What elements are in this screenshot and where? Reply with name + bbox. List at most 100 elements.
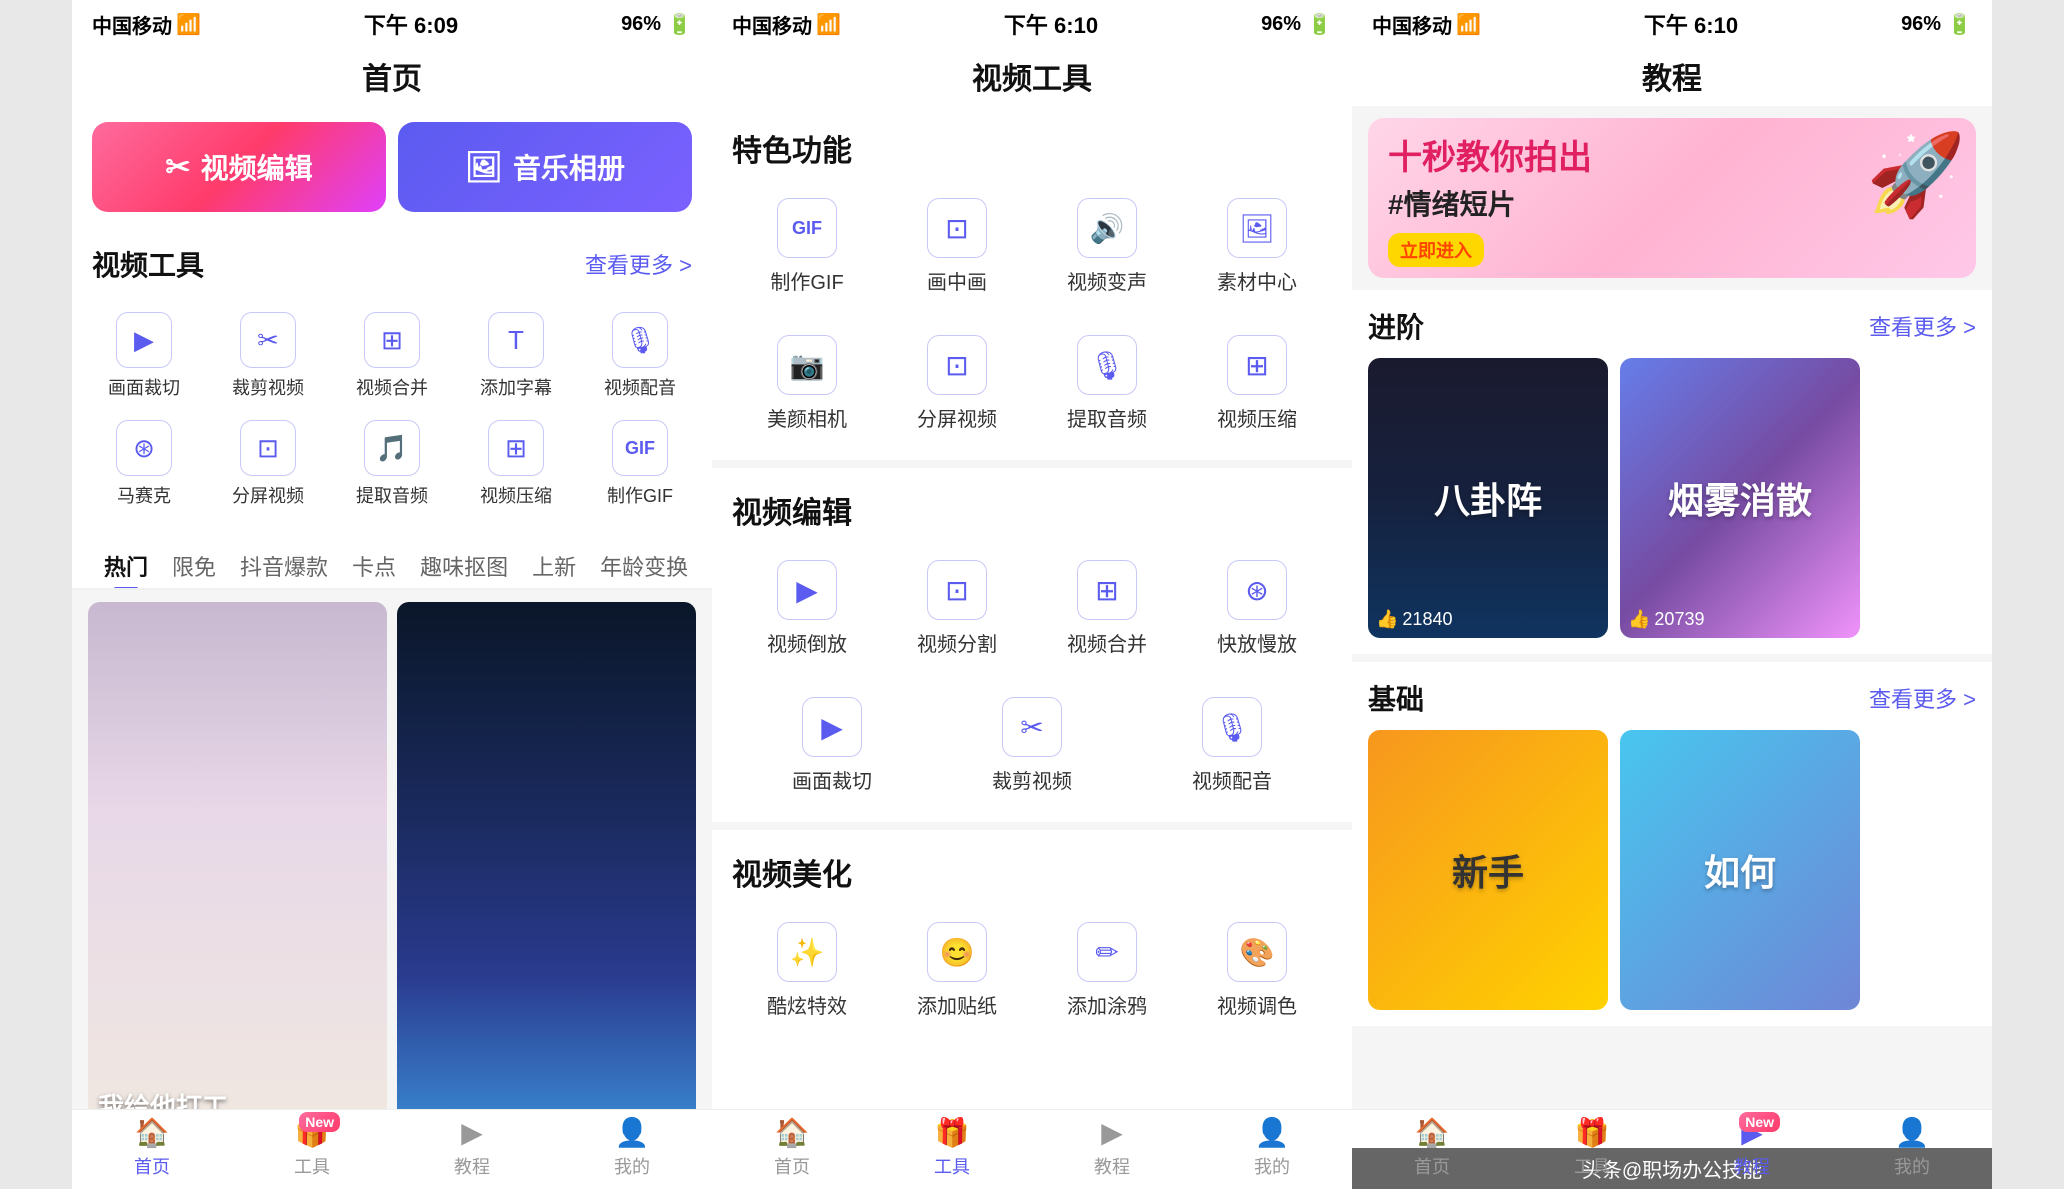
tool-crop2[interactable]: ▶ 画面裁切 [732, 685, 932, 806]
tool-item-gif[interactable]: GIF 制作GIF [578, 410, 702, 518]
beautycam-label: 美颜相机 [767, 403, 847, 432]
edit-grid-2: ▶ 画面裁切 ✂ 裁剪视频 🎙 视频配音 [732, 685, 1332, 806]
battery-icon-1: 🔋 [667, 12, 692, 37]
nav-home-1[interactable]: 🏠 首页 [72, 1116, 232, 1179]
tool-extractaudio[interactable]: 🎙 提取音频 [1032, 323, 1182, 444]
like-icon-smoke: 👍 [1628, 609, 1650, 630]
nav-profile-1[interactable]: 👤 我的 [552, 1116, 712, 1179]
hero-buttons: ✂ 视频编辑 🖼 音乐相册 [72, 106, 712, 228]
advanced-more[interactable]: 查看更多 > [1869, 310, 1976, 342]
tool-cut2[interactable]: ✂ 裁剪视频 [932, 685, 1132, 806]
gif-label: 制作GIF [607, 482, 673, 508]
template-card-1[interactable]: 我给他打工 [88, 602, 387, 1109]
tab-age[interactable]: 年龄变换 [588, 544, 700, 588]
tool-dub2[interactable]: 🎙 视频配音 [1132, 685, 1332, 806]
status-left-1: 中国移动 📶 [92, 10, 201, 39]
template-card-2[interactable] [397, 602, 696, 1109]
tool-pip[interactable]: ⊡ 画中画 [882, 186, 1032, 307]
nav-tutorials-2[interactable]: ▶ 教程 [1032, 1116, 1192, 1179]
tool-item-splitscreen[interactable]: ⊡ 分屏视频 [206, 410, 330, 518]
nav-profile-label-2: 我的 [1254, 1153, 1290, 1179]
tool-merge2[interactable]: ⊞ 视频合并 [1032, 548, 1182, 669]
nav-home-3[interactable]: 🏠 首页 [1352, 1116, 1512, 1179]
tab-free[interactable]: 限免 [160, 544, 228, 588]
template-text-1: 我给他打工 [98, 1087, 377, 1109]
tool-color[interactable]: 🎨 视频调色 [1182, 910, 1332, 1031]
tools-more-link[interactable]: 查看更多 > [585, 248, 692, 280]
wifi-icon-2: 📶 [816, 12, 841, 37]
tool-item-compress[interactable]: ⊞ 视频压缩 [454, 410, 578, 518]
tool-materials[interactable]: 🖼 素材中心 [1182, 186, 1332, 307]
tutorials-icon-2: ▶ [1101, 1116, 1123, 1149]
status-right-1: 96% 🔋 [621, 12, 692, 37]
tool-beautycam[interactable]: 📷 美颜相机 [732, 323, 882, 444]
voicechange-icon: 🔊 [1077, 198, 1137, 258]
tool-item-cut[interactable]: ✂ 裁剪视频 [206, 302, 330, 410]
color-label: 视频调色 [1217, 990, 1297, 1019]
nav-tutorials-label-3: 教程 [1734, 1153, 1770, 1179]
tool-splitscreen2[interactable]: ⊡ 分屏视频 [882, 323, 1032, 444]
tool-stickers[interactable]: 😊 添加贴纸 [882, 910, 1032, 1031]
merge2-icon: ⊞ [1077, 560, 1137, 620]
tool-speed[interactable]: ⊛ 快放慢放 [1182, 548, 1332, 669]
nav-tools-1[interactable]: New 🎁 工具 [232, 1116, 392, 1179]
nav-profile-2[interactable]: 👤 我的 [1192, 1116, 1352, 1179]
stickers-icon: 😊 [927, 922, 987, 982]
basics-more[interactable]: 查看更多 > [1869, 682, 1976, 714]
tutorial-banner[interactable]: 十秒教你拍出 #情绪短片 立即进入 🚀 [1368, 118, 1976, 278]
basics-cards: 新手 如何 [1368, 730, 1976, 1010]
tutorial-card-bagua[interactable]: 八卦阵 👍 21840 [1368, 358, 1608, 638]
tool-split[interactable]: ⊡ 视频分割 [882, 548, 1032, 669]
tab-new[interactable]: 上新 [520, 544, 588, 588]
music-album-label: 音乐相册 [513, 147, 625, 187]
tab-douyin[interactable]: 抖音爆款 [228, 544, 340, 588]
tool-doodle[interactable]: ✏ 添加涂鸦 [1032, 910, 1182, 1031]
nav-tools-2[interactable]: 🎁 工具 [872, 1116, 1032, 1179]
compress-icon: ⊞ [488, 420, 544, 476]
banner-enter-button[interactable]: 立即进入 [1388, 233, 1484, 267]
home-content: ✂ 视频编辑 🖼 音乐相册 视频工具 查看更多 > ▶ 画面裁切 ✂ 裁剪视频 [72, 106, 712, 1109]
featured-grid: GIF 制作GIF ⊡ 画中画 🔊 视频变声 🖼 素材中心 [732, 186, 1332, 307]
tutorial-card-beginner[interactable]: 新手 [1368, 730, 1608, 1010]
tool-gif[interactable]: GIF 制作GIF [732, 186, 882, 307]
tab-cutout[interactable]: 趣味抠图 [408, 544, 520, 588]
nav-home-label-1: 首页 [134, 1153, 170, 1179]
page-title-3: 教程 [1352, 44, 1992, 106]
nav-profile-3[interactable]: 👤 我的 [1832, 1116, 1992, 1179]
splitscreen-label: 分屏视频 [232, 482, 304, 508]
smoke-likes: 👍 20739 [1628, 609, 1704, 630]
nav-home-2[interactable]: 🏠 首页 [712, 1116, 872, 1179]
video-edit-button[interactable]: ✂ 视频编辑 [92, 122, 386, 212]
tutorial-card-howto[interactable]: 如何 [1620, 730, 1860, 1010]
tool-voicechange[interactable]: 🔊 视频变声 [1032, 186, 1182, 307]
tool-effects[interactable]: ✨ 酷炫特效 [732, 910, 882, 1031]
materials-label: 素材中心 [1217, 266, 1297, 295]
home-icon-3: 🏠 [1415, 1116, 1450, 1149]
nav-tools-3[interactable]: 🎁 工具 [1512, 1116, 1672, 1179]
tab-beat[interactable]: 卡点 [340, 544, 408, 588]
tool-reverse[interactable]: ▶ 视频倒放 [732, 548, 882, 669]
effects-icon: ✨ [777, 922, 837, 982]
tool-item-mosaic[interactable]: ⊛ 马赛克 [82, 410, 206, 518]
music-album-button[interactable]: 🖼 音乐相册 [398, 122, 692, 212]
bagua-likes-count: 21840 [1402, 609, 1452, 630]
nav-tutorials-3[interactable]: New ▶ 教程 [1672, 1116, 1832, 1179]
tool-item-subtitle[interactable]: T 添加字幕 [454, 302, 578, 410]
tool-item-crop[interactable]: ▶ 画面裁切 [82, 302, 206, 410]
cut2-label: 裁剪视频 [992, 765, 1072, 794]
dub-label: 视频配音 [604, 374, 676, 400]
tab-hot[interactable]: 热门 [92, 544, 160, 588]
nav-tutorials-1[interactable]: ▶ 教程 [392, 1116, 552, 1179]
tutorial-card-smoke[interactable]: 烟雾消散 👍 20739 [1620, 358, 1860, 638]
bottom-nav-1: 🏠 首页 New 🎁 工具 ▶ 教程 👤 我的 [72, 1109, 712, 1189]
pip-icon: ⊡ [927, 198, 987, 258]
tool-item-dub[interactable]: 🎙 视频配音 [578, 302, 702, 410]
tool-item-audio[interactable]: 🎵 提取音频 [330, 410, 454, 518]
nav-profile-label-3: 我的 [1894, 1153, 1930, 1179]
tool-item-merge[interactable]: ⊞ 视频合并 [330, 302, 454, 410]
tool-compress2[interactable]: ⊞ 视频压缩 [1182, 323, 1332, 444]
extractaudio-icon: 🎙 [1077, 335, 1137, 395]
nav-tutorials-label-1: 教程 [454, 1153, 490, 1179]
merge2-label: 视频合并 [1067, 628, 1147, 657]
advanced-title: 进阶 [1368, 306, 1424, 346]
